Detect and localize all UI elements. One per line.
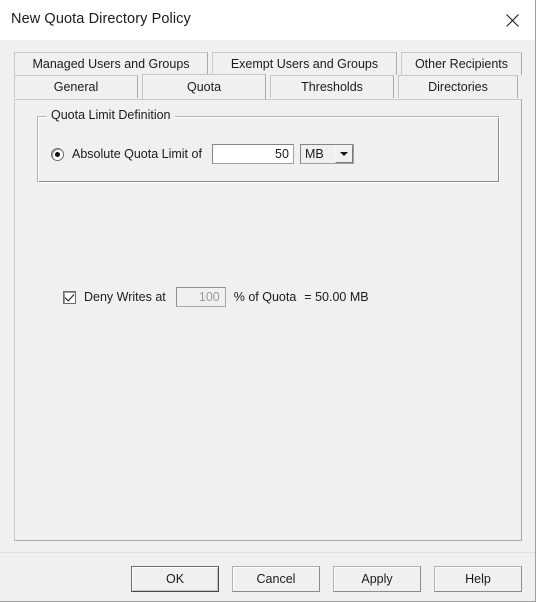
- cancel-button[interactable]: Cancel: [232, 566, 320, 592]
- chevron-down-icon[interactable]: [334, 145, 353, 163]
- title-bar: New Quota Directory Policy: [0, 0, 535, 41]
- dialog-window: New Quota Directory Policy Managed Users…: [0, 0, 536, 602]
- tab-label: Other Recipients: [414, 57, 509, 71]
- deny-writes-suffix: % of Quota: [233, 290, 297, 304]
- absolute-quota-limit-row: Absolute Quota Limit of 50 MB: [51, 144, 354, 164]
- deny-writes-checkbox[interactable]: [63, 290, 76, 304]
- deny-writes-percent-input[interactable]: 100: [175, 287, 226, 307]
- quota-value-input[interactable]: 50: [211, 144, 294, 164]
- quota-unit-value: MB: [304, 147, 324, 161]
- deny-writes-label: Deny Writes at: [84, 290, 166, 304]
- tab-thresholds[interactable]: Thresholds: [270, 75, 394, 98]
- cancel-button-label: Cancel: [256, 572, 296, 586]
- tab-row-top: Managed Users and Groups Exempt Users an…: [14, 52, 522, 76]
- tab-label: Managed Users and Groups: [32, 57, 190, 71]
- close-button[interactable]: [489, 0, 535, 40]
- tab-general[interactable]: General: [14, 75, 138, 98]
- dialog-button-bar: OK Cancel Apply Help: [0, 552, 535, 602]
- groupbox-title: Quota Limit Definition: [47, 108, 175, 122]
- tab-label: Directories: [428, 80, 488, 94]
- tab-directories[interactable]: Directories: [398, 75, 518, 98]
- dialog-body: Managed Users and Groups Exempt Users an…: [0, 40, 535, 601]
- tab-strip: Managed Users and Groups Exempt Users an…: [14, 52, 522, 100]
- apply-button[interactable]: Apply: [333, 566, 421, 592]
- tab-label: Exempt Users and Groups: [230, 57, 379, 71]
- close-icon: [505, 13, 519, 27]
- quota-unit-dropdown[interactable]: MB: [299, 144, 354, 164]
- quota-value-text: 50: [275, 147, 289, 161]
- help-button[interactable]: Help: [434, 566, 522, 592]
- tab-content-panel: Quota Limit Definition Absolute Quota Li…: [14, 99, 522, 541]
- ok-button[interactable]: OK: [131, 566, 219, 592]
- ok-button-label: OK: [165, 572, 185, 586]
- deny-writes-computed-value: = 50.00 MB: [304, 290, 369, 304]
- tab-managed-users-and-groups[interactable]: Managed Users and Groups: [14, 52, 208, 75]
- apply-button-label: Apply: [361, 572, 393, 586]
- help-button-label: Help: [465, 572, 491, 586]
- tab-exempt-users-and-groups[interactable]: Exempt Users and Groups: [212, 52, 397, 75]
- tab-label: Quota: [186, 80, 222, 94]
- window-title: New Quota Directory Policy: [11, 11, 191, 27]
- tab-quota[interactable]: Quota: [142, 74, 266, 99]
- tab-row-bottom: General Quota Thresholds Directories: [14, 74, 522, 99]
- tab-other-recipients[interactable]: Other Recipients: [401, 52, 522, 75]
- deny-writes-row: Deny Writes at 100 % of Quota = 50.00 MB: [63, 287, 369, 307]
- absolute-quota-limit-radio[interactable]: [51, 147, 64, 161]
- chevron-down-glyph: [339, 152, 348, 156]
- tab-label: General: [53, 80, 99, 94]
- tab-label: Thresholds: [301, 80, 363, 94]
- deny-writes-percent-text: 100: [198, 290, 220, 304]
- absolute-quota-limit-label: Absolute Quota Limit of: [72, 147, 202, 161]
